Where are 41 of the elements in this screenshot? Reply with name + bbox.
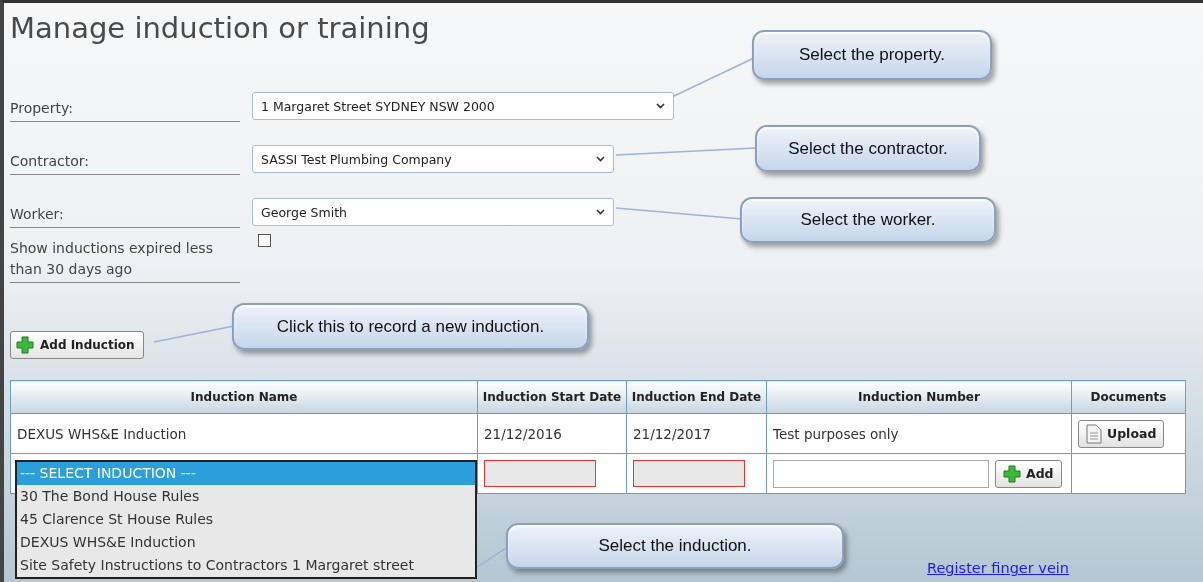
column-header: Induction Start Date	[477, 380, 627, 414]
field-label: Property:	[10, 98, 240, 122]
plus-icon	[1003, 464, 1021, 483]
callout: Select the contractor.	[755, 125, 981, 172]
register-finger-vein-link[interactable]: Register finger vein	[927, 560, 1070, 576]
dropdown-field[interactable]: George Smith	[252, 198, 614, 226]
induction-listbox[interactable]: --- SELECT INDUCTION --- 30 The Bond House Rules 45 Clarence St House Rules DEXUS WHS&E Induction Site Safety Instructions to Contractors 1 Margaret street	[15, 460, 477, 579]
table-cell: 21/12/2017	[626, 413, 767, 454]
dropdown-field[interactable]: SASSI Test Plumbing Company	[252, 145, 614, 173]
list-option[interactable]: DEXUS WHS&E Induction	[17, 531, 475, 554]
table-cell: DEXUS WHS&E Induction	[10, 413, 478, 454]
column-header: Induction End Date	[626, 380, 767, 414]
page-title: Manage induction or training	[10, 11, 431, 45]
document-icon	[1086, 423, 1102, 444]
column-header: Induction Name	[10, 380, 478, 414]
chevron-icon	[596, 209, 605, 215]
list-option[interactable]: Site Safety Instructions to Contractors 1 Margaret street	[17, 554, 475, 577]
add-button[interactable]: Add	[995, 459, 1062, 488]
chevron-icon	[656, 103, 665, 109]
plus-icon	[16, 336, 34, 354]
list-option[interactable]: 30 The Bond House Rules	[17, 485, 475, 508]
induction-number-field[interactable]	[773, 459, 989, 488]
callout: Select the induction.	[506, 523, 844, 569]
callout: Select the property.	[752, 30, 992, 80]
field-label: Contractor:	[10, 151, 240, 175]
callout: Click this to record a new induction.	[232, 303, 589, 350]
date-field[interactable]	[633, 460, 745, 487]
table-cell: Test purposes only	[766, 413, 1072, 454]
checkbox-label: Show inductions expired less than 30 days ago	[10, 238, 240, 283]
chevron-icon	[596, 156, 605, 162]
column-header: Induction Number	[766, 380, 1072, 414]
date-field[interactable]	[484, 460, 596, 487]
callout: Select the worker.	[740, 197, 996, 243]
upload-button[interactable]: Upload	[1078, 419, 1165, 448]
table-cell: 21/12/2016	[477, 413, 627, 454]
field-label: Worker:	[10, 204, 240, 228]
list-option[interactable]: 45 Clarence St House Rules	[17, 508, 475, 531]
dropdown-field[interactable]: 1 Margaret Street SYDNEY NSW 2000	[252, 92, 674, 120]
checkbox[interactable]	[258, 234, 271, 247]
add-induction-button[interactable]: Add Induction	[10, 331, 144, 359]
column-header: Documents	[1071, 380, 1186, 414]
